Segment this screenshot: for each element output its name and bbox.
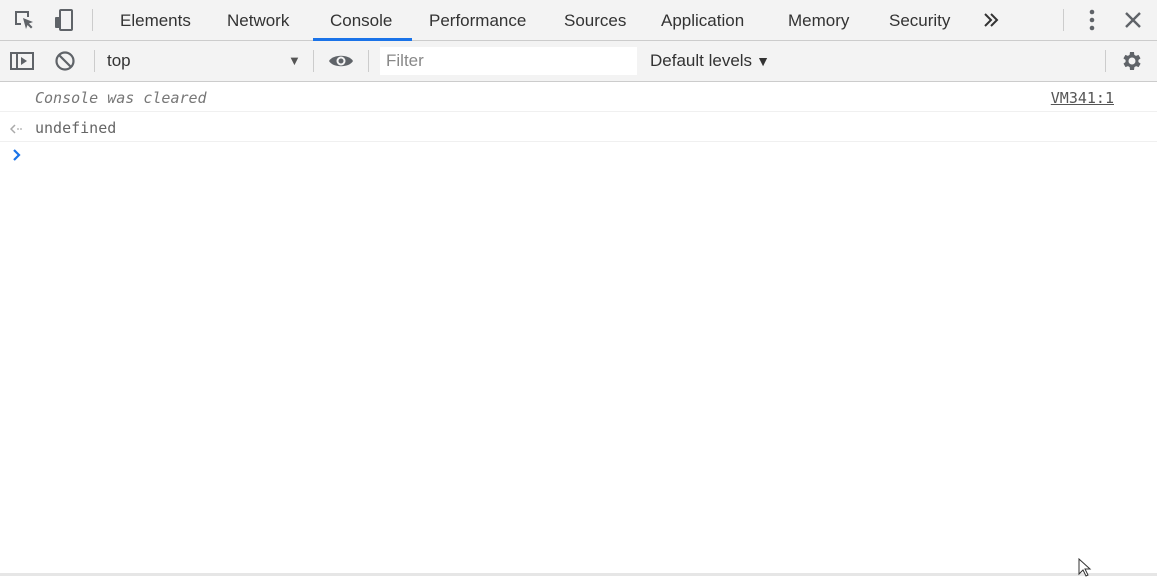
- tab-memory[interactable]: Memory: [788, 0, 849, 40]
- console-message-text: Console was cleared: [35, 89, 207, 107]
- more-vert-icon[interactable]: [1078, 0, 1106, 40]
- result-arrow-icon: [9, 112, 22, 144]
- dropdown-arrow-icon[interactable]: ▼: [288, 41, 301, 81]
- tab-sources[interactable]: Sources: [564, 0, 626, 40]
- dropdown-arrow-icon: ▼: [756, 53, 770, 69]
- tab-console[interactable]: Console: [330, 0, 392, 40]
- console-output[interactable]: Console was cleared VM341:1 undefined: [0, 82, 1157, 172]
- log-levels-dropdown[interactable]: Default levels ▼: [650, 41, 770, 81]
- console-message: Console was cleared VM341:1: [0, 82, 1157, 112]
- tab-performance[interactable]: Performance: [429, 0, 526, 40]
- chevron-double-right-icon[interactable]: [977, 0, 1005, 40]
- console-toolbar: top ▼ Default levels▼: [0, 41, 1157, 82]
- toolbar-divider: [1063, 9, 1064, 31]
- filter-input[interactable]: [380, 47, 637, 75]
- device-toolbar-icon[interactable]: [50, 0, 78, 40]
- tab-security[interactable]: Security: [889, 0, 950, 40]
- tab-network[interactable]: Network: [227, 0, 289, 40]
- show-sidebar-icon[interactable]: [8, 41, 36, 81]
- toolbar-divider: [94, 50, 95, 72]
- devtools-tab-bar: Elements Network Console Performance Sou…: [0, 0, 1157, 41]
- console-prompt[interactable]: [0, 142, 1157, 172]
- toolbar-divider: [368, 50, 369, 72]
- console-result: undefined: [0, 112, 1157, 142]
- clear-console-icon[interactable]: [51, 41, 79, 81]
- log-levels-label: Default levels: [650, 51, 753, 70]
- console-result-text: undefined: [35, 119, 117, 137]
- gear-icon[interactable]: [1118, 41, 1146, 81]
- toolbar-divider: [1105, 50, 1106, 72]
- live-expression-eye-icon[interactable]: [327, 41, 355, 81]
- tab-elements[interactable]: Elements: [120, 0, 191, 40]
- toolbar-divider: [313, 50, 314, 72]
- tab-application[interactable]: Application: [661, 0, 744, 40]
- close-icon[interactable]: [1119, 0, 1147, 40]
- prompt-chevron-icon: [12, 148, 22, 167]
- mouse-cursor-icon: [1078, 557, 1092, 583]
- source-link[interactable]: VM341:1: [1051, 82, 1114, 114]
- toolbar-divider: [92, 9, 93, 31]
- execution-context-select[interactable]: top: [107, 41, 131, 81]
- inspect-element-icon[interactable]: [10, 0, 38, 40]
